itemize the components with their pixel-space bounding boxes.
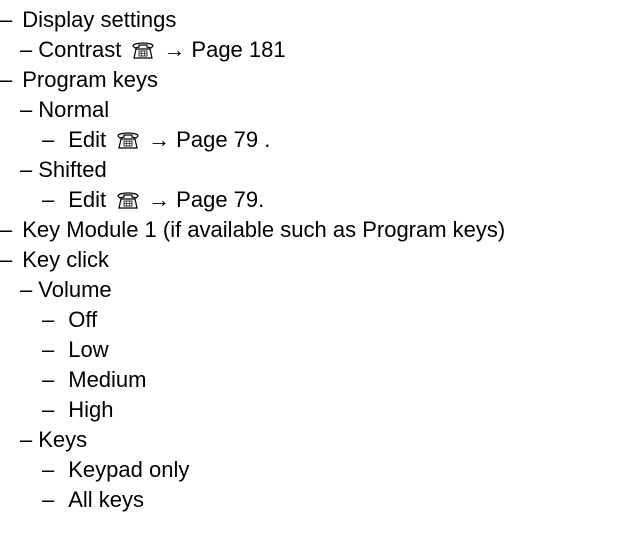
item-label: Edit	[68, 187, 107, 212]
item-keys: – Keys	[20, 425, 87, 455]
bullet-dash: –	[42, 307, 55, 332]
item-label: Off	[68, 307, 98, 332]
item-label: Display settings	[22, 7, 177, 32]
item-label: Edit	[68, 127, 107, 152]
arrow-icon: →	[148, 127, 171, 152]
phone-keypad-icon	[117, 132, 139, 149]
bullet-dash: –	[0, 247, 13, 272]
item-label: Keypad only	[68, 457, 190, 482]
bullet-dash: –	[20, 277, 33, 302]
arrow-icon: →	[148, 187, 171, 212]
arrow-icon: →	[163, 37, 186, 62]
item-label: High	[68, 397, 114, 422]
bullet-dash: –	[42, 397, 55, 422]
item-keypad-only: – Keypad only	[42, 455, 189, 485]
item-edit-shifted: – Edit → Page 79.	[42, 185, 264, 215]
item-medium: – Medium	[42, 365, 147, 395]
item-volume: – Volume	[20, 275, 112, 305]
item-program-keys: – Program keys	[0, 65, 158, 95]
item-label: Normal	[38, 97, 110, 122]
page-reference[interactable]: Page 79.	[176, 185, 264, 215]
item-label: All keys	[68, 487, 145, 512]
item-label: Contrast	[38, 37, 122, 62]
bullet-dash: –	[0, 217, 13, 242]
item-edit-normal: – Edit → Page 79 .	[42, 125, 270, 155]
page-reference[interactable]: Page 181	[191, 35, 285, 65]
item-label: Program keys	[22, 67, 158, 92]
item-label: Keys	[38, 427, 88, 452]
item-label: Medium	[68, 367, 147, 392]
page-reference[interactable]: Page 79 .	[176, 125, 270, 155]
phone-keypad-icon	[117, 192, 139, 209]
bullet-dash: –	[42, 457, 55, 482]
bullet-dash: –	[42, 367, 55, 392]
bullet-dash: –	[42, 487, 55, 512]
item-normal: – Normal	[20, 95, 109, 125]
item-key-module: – Key Module 1 (if available such as Pro…	[0, 215, 505, 245]
menu-tree: – Display settings – Contrast → Page 181…	[0, 0, 628, 547]
item-contrast: – Contrast → Page 181	[20, 35, 286, 65]
item-label: Key click	[22, 247, 110, 272]
item-display-settings: – Display settings	[0, 5, 176, 35]
item-label: Low	[68, 337, 109, 362]
bullet-dash: –	[0, 67, 13, 92]
bullet-dash: –	[20, 97, 33, 122]
item-low: – Low	[42, 335, 109, 365]
bullet-dash: –	[20, 157, 33, 182]
item-label: Volume	[38, 277, 112, 302]
bullet-dash: –	[20, 37, 33, 62]
bullet-dash: –	[0, 7, 13, 32]
phone-keypad-icon	[132, 42, 155, 59]
item-label: Shifted	[38, 157, 107, 182]
item-off: – Off	[42, 305, 97, 335]
item-shifted: – Shifted	[20, 155, 107, 185]
item-key-click: – Key click	[0, 245, 109, 275]
item-high: – High	[42, 395, 114, 425]
bullet-dash: –	[42, 187, 55, 212]
item-all-keys: – All keys	[42, 485, 144, 515]
bullet-dash: –	[42, 337, 55, 362]
bullet-dash: –	[20, 427, 33, 452]
bullet-dash: –	[42, 127, 55, 152]
item-label: Key Module 1 (if available such as Progr…	[22, 217, 506, 242]
